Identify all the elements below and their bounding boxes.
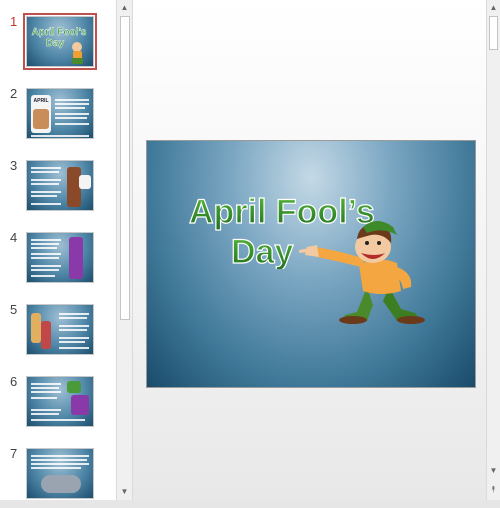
slide-thumbnail-pane[interactable]: 1 April Fool’s Day 2 APRIL 3 4 5 6 7 bbox=[0, 0, 116, 500]
slide-thumbnail-2[interactable]: 2 APRIL bbox=[0, 86, 116, 148]
page-up-icon[interactable]: ⯭ bbox=[487, 482, 500, 496]
thumb-title-line1: April Fool’s bbox=[32, 27, 87, 38]
slide-thumbnail-image[interactable] bbox=[26, 160, 94, 211]
slide-thumbnail-1[interactable]: 1 April Fool’s Day bbox=[0, 13, 116, 76]
slide-thumbnail-image[interactable]: April Fool’s Day bbox=[23, 13, 97, 70]
slide-number: 2 bbox=[10, 86, 18, 101]
slide-number: 3 bbox=[10, 158, 18, 173]
scroll-down-arrow-icon[interactable]: ▼ bbox=[117, 485, 132, 499]
slide-number: 4 bbox=[10, 230, 18, 245]
title-line-2: Day bbox=[231, 233, 293, 269]
slide-thumbnail-image[interactable] bbox=[26, 304, 94, 355]
slide-thumbnail-image[interactable]: APRIL bbox=[26, 88, 94, 139]
slide-number: 1 bbox=[10, 14, 18, 29]
slide-thumbnail-image[interactable] bbox=[26, 376, 94, 427]
slide-number: 7 bbox=[10, 446, 18, 461]
cartoon-boy-image bbox=[299, 221, 425, 324]
scrollbar-thumb[interactable] bbox=[120, 16, 130, 320]
thumb-heading: APRIL bbox=[34, 98, 49, 104]
editor-vertical-scrollbar[interactable]: ▲ ▼ ⯭ bbox=[486, 0, 500, 500]
current-slide[interactable]: April Fool’s Day bbox=[146, 140, 476, 388]
scroll-down-arrow-icon[interactable]: ▼ bbox=[487, 464, 500, 478]
scroll-up-arrow-icon[interactable]: ▲ bbox=[487, 1, 500, 15]
slide-thumbnail-4[interactable]: 4 bbox=[0, 230, 116, 292]
slide-thumbnail-3[interactable]: 3 bbox=[0, 158, 116, 220]
scroll-up-arrow-icon[interactable]: ▲ bbox=[117, 1, 132, 15]
slide-editor[interactable]: April Fool’s Day bbox=[133, 0, 486, 500]
slide-thumbnail-image[interactable] bbox=[26, 448, 94, 499]
slide-thumbnail-5[interactable]: 5 bbox=[0, 302, 116, 364]
slide-thumbnail-image[interactable] bbox=[26, 232, 94, 283]
slide-thumbnail-6[interactable]: 6 bbox=[0, 374, 116, 436]
scrollbar-thumb[interactable] bbox=[489, 16, 498, 50]
slide-number: 6 bbox=[10, 374, 18, 389]
thumb-title-line2: Day bbox=[46, 38, 65, 49]
thumbnail-scrollbar[interactable]: ▲ ▼ bbox=[116, 0, 133, 500]
slide-thumbnail-7[interactable]: 7 bbox=[0, 446, 116, 508]
slide-number: 5 bbox=[10, 302, 18, 317]
